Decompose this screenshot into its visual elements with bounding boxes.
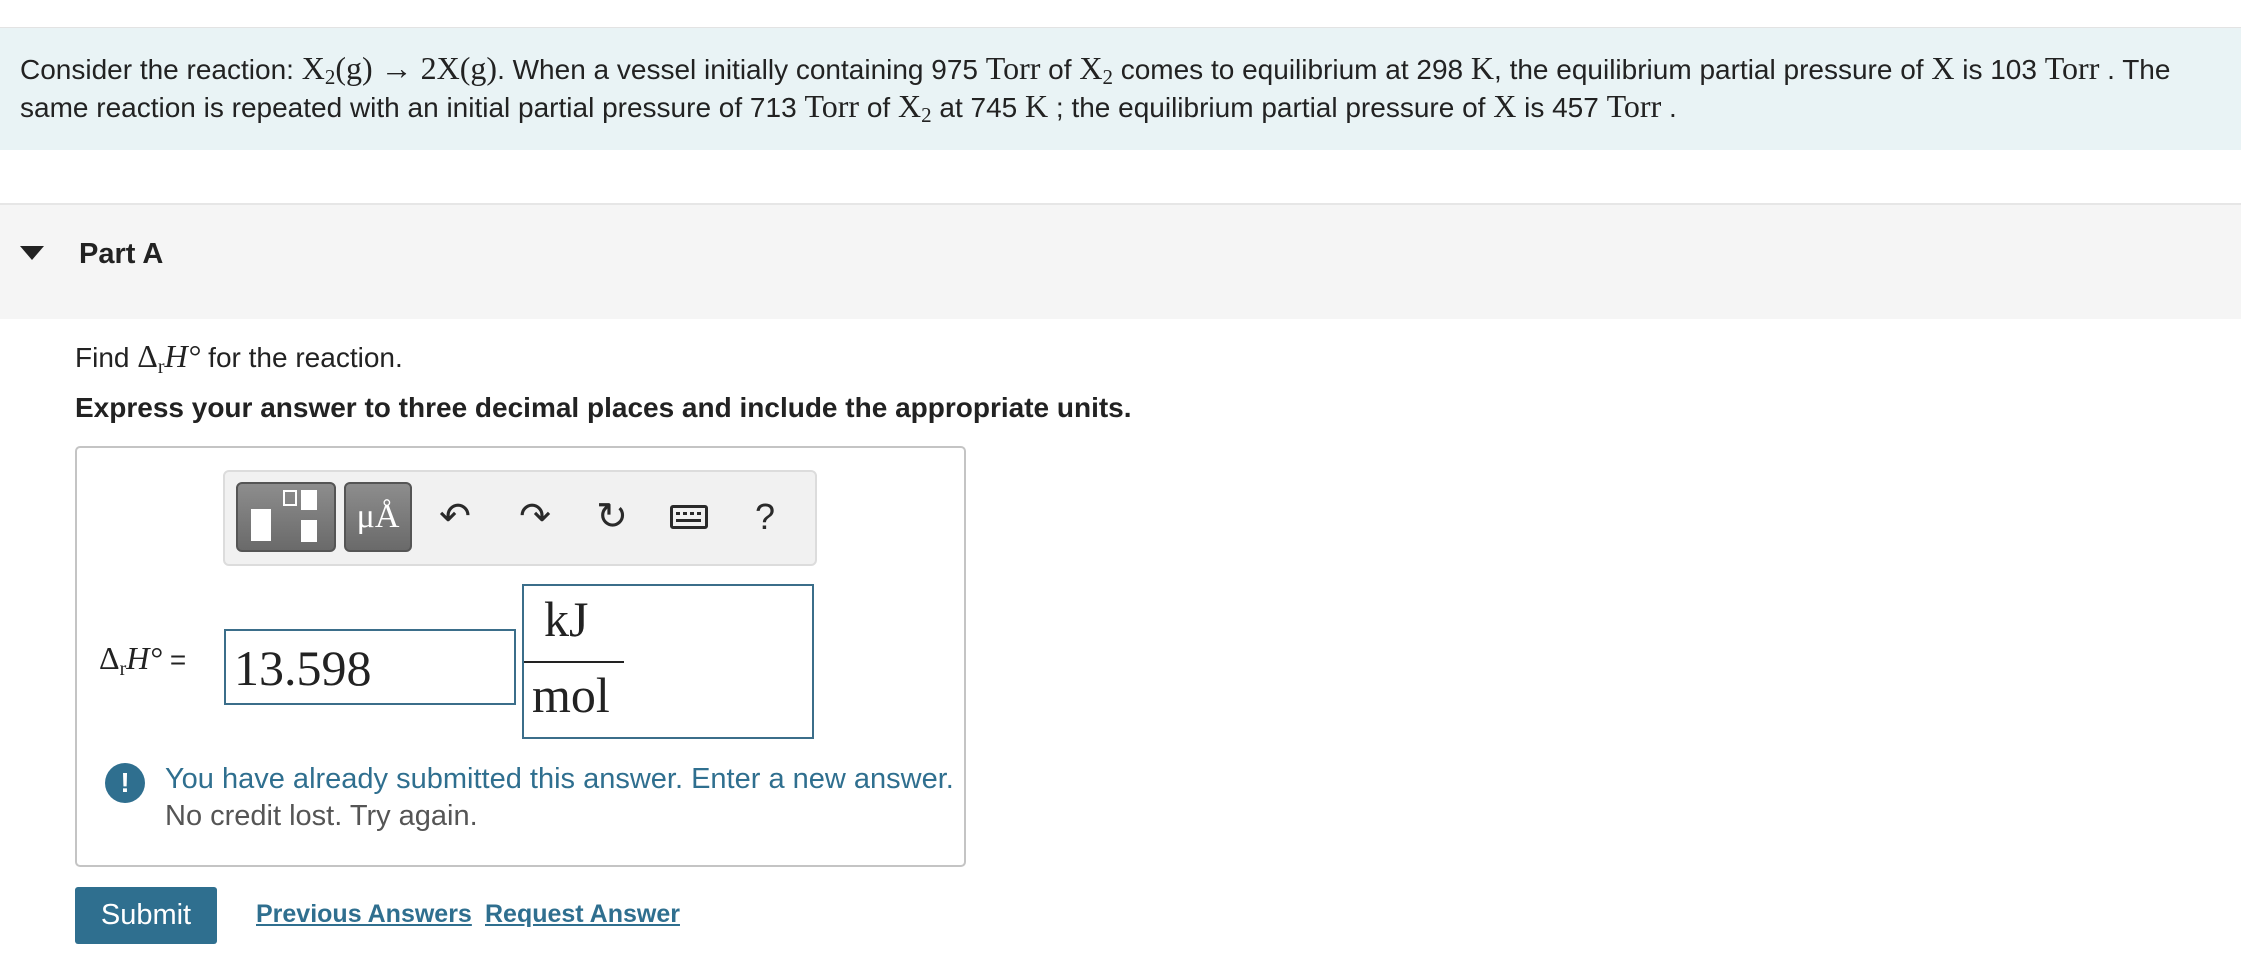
reset-icon[interactable]: ↻ <box>587 490 637 544</box>
answer-value-input[interactable]: 13.598 <box>224 629 516 705</box>
answer-units-input[interactable]: kJ mol <box>522 584 814 739</box>
answer-instructions: Express your answer to three decimal pla… <box>75 392 1132 423</box>
alert-icon: ! <box>105 763 145 803</box>
undo-icon[interactable]: ↶ <box>430 490 480 544</box>
template-block-icon <box>301 490 317 510</box>
collapse-caret-icon[interactable] <box>20 246 44 260</box>
redo-icon[interactable]: ↷ <box>510 490 560 544</box>
problem-text: Consider the reaction: <box>20 54 302 85</box>
keyboard-icon[interactable] <box>665 490 715 544</box>
templates-button[interactable] <box>236 482 336 552</box>
feedback-subtext: No credit lost. Try again. <box>165 800 478 832</box>
submit-button[interactable]: Submit <box>75 887 217 944</box>
part-title: Part A <box>79 238 164 270</box>
reaction-equation: X2(g) → 2X(g) <box>301 50 498 89</box>
part-a-header[interactable]: Part A <box>0 203 2241 319</box>
fraction-bar <box>524 661 624 663</box>
answer-variable-label: ΔrH° = <box>99 640 187 680</box>
math-toolbar: μÅ ↶ ↷ ↻ ? <box>223 470 817 566</box>
request-answer-link[interactable]: Request Answer <box>485 900 680 929</box>
template-block-icon <box>301 520 317 542</box>
units-button[interactable]: μÅ <box>344 482 412 552</box>
unit-numerator[interactable]: kJ <box>544 590 588 648</box>
problem-statement: Consider the reaction: X2(g) → 2X(g). Wh… <box>0 28 2241 150</box>
question-prompt: Find ΔrH° for the reaction. <box>75 338 403 378</box>
previous-answers-link[interactable]: Previous Answers <box>256 900 472 929</box>
answer-panel: μÅ ↶ ↷ ↻ ? ΔrH° = 13.598 kJ mol ! You ha… <box>75 446 966 867</box>
help-button[interactable]: ? <box>740 490 790 544</box>
template-outline-icon <box>283 490 297 506</box>
feedback-message: You have already submitted this answer. … <box>165 763 954 795</box>
template-block-icon <box>251 509 271 541</box>
unit-denominator[interactable]: mol <box>532 666 610 724</box>
